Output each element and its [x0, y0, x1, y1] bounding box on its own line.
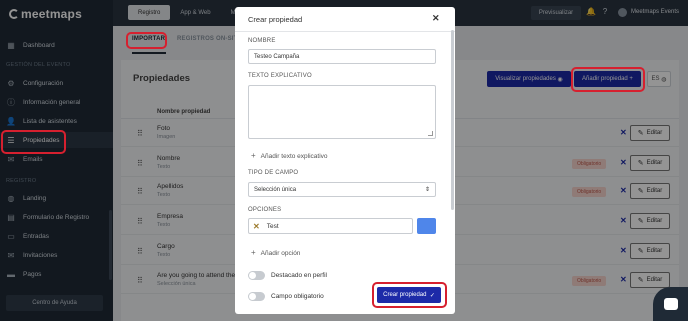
- select-arrows-icon: ⇕: [424, 187, 430, 193]
- plus-icon: +: [251, 248, 256, 257]
- option-item[interactable]: ✕ Test: [248, 218, 413, 234]
- modal-title: Crear propiedad: [248, 15, 303, 24]
- add-option-link[interactable]: + Añadir opción: [251, 248, 300, 257]
- obligatorio-label: Campo obligatorio: [271, 293, 324, 300]
- highlight-ring-anadir: [571, 67, 645, 92]
- modal-header: Crear propiedad ✕: [235, 7, 455, 32]
- texto-explicativo-textarea[interactable]: [248, 85, 436, 139]
- nombre-label: NOMBRE: [248, 38, 276, 44]
- remove-option-icon[interactable]: ✕: [253, 222, 260, 231]
- destacado-toggle[interactable]: [248, 271, 265, 280]
- plus-icon: +: [251, 151, 256, 160]
- highlight-ring-importar: [126, 32, 167, 49]
- resize-grip-icon[interactable]: [428, 131, 433, 136]
- tipo-campo-label: TIPO DE CAMPO: [248, 170, 299, 176]
- toggle-knob: [249, 293, 256, 300]
- opciones-label: OPCIONES: [248, 207, 282, 213]
- create-property-modal: Crear propiedad ✕ NOMBRE Testeo Campaña …: [235, 7, 455, 314]
- toggle-knob: [249, 272, 256, 279]
- modal-scrollbar[interactable]: [451, 30, 454, 210]
- nombre-input[interactable]: Testeo Campaña: [248, 49, 436, 64]
- texto-explicativo-label: TEXTO EXPLICATIVO: [248, 73, 312, 79]
- field-type-select[interactable]: Selección única ⇕: [248, 182, 436, 197]
- add-explanatory-text-link[interactable]: + Añadir texto explicativo: [251, 151, 328, 160]
- destacado-label: Destacado en perfil: [271, 272, 328, 279]
- chat-bubble-icon: [663, 298, 678, 310]
- highlight-ring-crear: [372, 282, 447, 308]
- close-icon[interactable]: ✕: [432, 13, 440, 24]
- chat-widget-button[interactable]: [653, 287, 688, 321]
- option-value: Test: [266, 222, 279, 230]
- highlight-ring-propiedades: [1, 130, 66, 154]
- option-color-picker[interactable]: [417, 218, 436, 234]
- obligatorio-toggle[interactable]: [248, 292, 265, 301]
